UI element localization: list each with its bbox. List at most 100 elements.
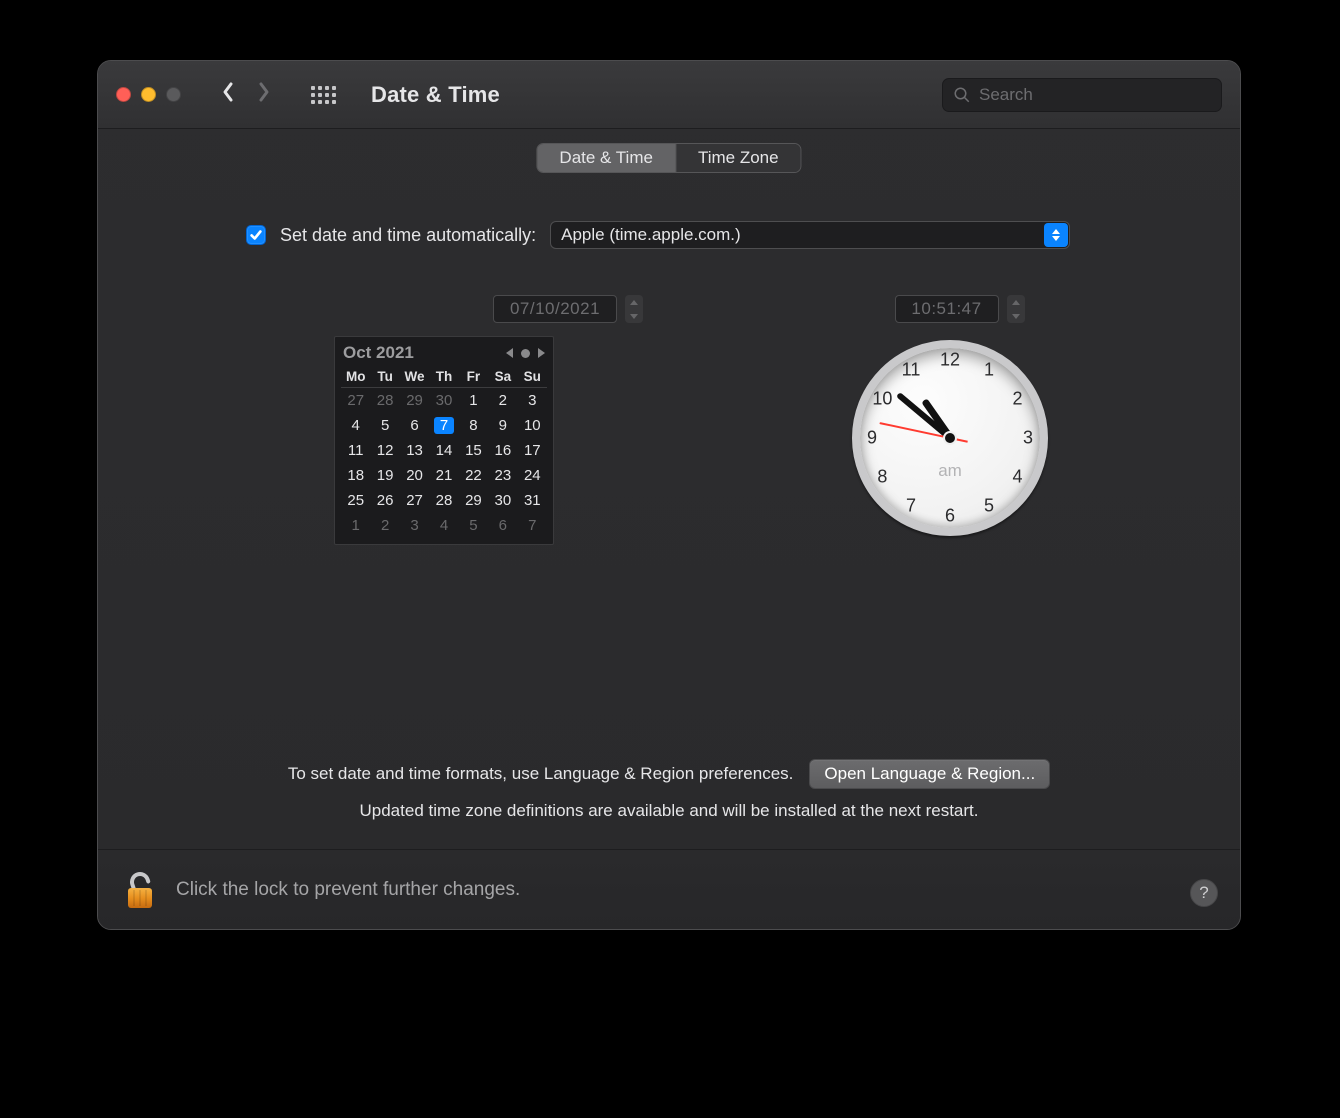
button-label: Open Language & Region... [824,764,1035,784]
window-controls [116,87,181,102]
date-column: 07/10/2021 Oct 2021 MoTuWeThFrSaSu272829… [334,294,644,545]
calendar-day[interactable]: 9 [488,413,517,438]
tz-update-text: Updated time zone definitions are availa… [360,801,979,821]
content-area: Date & Time Time Zone Set date and time … [98,129,1240,849]
calendar-day[interactable]: 26 [370,488,399,513]
calendar-day[interactable]: 4 [429,513,458,538]
calendar-day[interactable]: 11 [341,438,370,463]
tab-date-time[interactable]: Date & Time [537,144,676,172]
close-window-button[interactable] [116,87,131,102]
calendar-day[interactable]: 4 [341,413,370,438]
calendar-day[interactable]: 6 [488,513,517,538]
clock-number: 3 [1023,428,1033,449]
calendar-day[interactable]: 25 [341,488,370,513]
calendar-prev-icon[interactable] [506,348,513,358]
calendar-day[interactable]: 2 [370,513,399,538]
calendar-day[interactable]: 29 [400,388,429,413]
time-stepper[interactable] [1006,294,1026,324]
calendar-day[interactable]: 20 [400,463,429,488]
calendar-day[interactable]: 27 [400,488,429,513]
show-all-icon[interactable] [311,83,335,107]
calendar[interactable]: Oct 2021 MoTuWeThFrSaSu27282930123456789… [334,336,554,545]
calendar-day[interactable]: 28 [429,488,458,513]
calendar-day[interactable]: 31 [518,488,547,513]
calendar-day[interactable]: 23 [488,463,517,488]
tab-time-zone[interactable]: Time Zone [676,144,801,172]
minimize-window-button[interactable] [141,87,156,102]
stepper-down-icon [625,309,643,323]
open-language-region-button[interactable]: Open Language & Region... [809,759,1050,789]
clock-number: 9 [867,428,877,449]
calendar-day[interactable]: 12 [370,438,399,463]
auto-set-label: Set date and time automatically: [280,225,536,246]
clock-number: 5 [984,495,994,516]
calendar-dow: Su [518,367,547,388]
calendar-day[interactable]: 17 [518,438,547,463]
calendar-day[interactable]: 18 [341,463,370,488]
time-server-value: Apple (time.apple.com.) [561,225,741,245]
calendar-day[interactable]: 22 [459,463,488,488]
calendar-next-icon[interactable] [538,348,545,358]
calendar-day[interactable]: 24 [518,463,547,488]
calendar-dow: We [400,367,429,388]
calendar-dow: Th [429,367,458,388]
clock-number: 10 [872,389,892,410]
tab-label: Date & Time [559,148,653,168]
date-field-group: 07/10/2021 [349,294,644,324]
clock-number: 1 [984,360,994,381]
calendar-day[interactable]: 13 [400,438,429,463]
calendar-day[interactable]: 8 [459,413,488,438]
stepper-up-icon [625,295,643,309]
calendar-today-icon[interactable] [521,349,530,358]
calendar-dow: Mo [341,367,370,388]
calendar-day[interactable]: 19 [370,463,399,488]
calendar-day[interactable]: 7 [518,513,547,538]
lock-icon[interactable] [122,868,158,912]
calendar-day[interactable]: 10 [518,413,547,438]
clock-ampm: am [938,461,962,481]
calendar-day[interactable]: 30 [429,388,458,413]
calendar-day[interactable]: 27 [341,388,370,413]
lock-text: Click the lock to prevent further change… [176,879,520,901]
calendar-title: Oct 2021 [343,343,414,363]
calendar-day[interactable]: 16 [488,438,517,463]
calendar-day[interactable]: 7 [429,413,458,438]
back-button[interactable] [219,80,237,109]
titlebar: Date & Time Search [98,61,1240,129]
calendar-grid: MoTuWeThFrSaSu27282930123456789101112131… [341,367,547,538]
calendar-day[interactable]: 3 [400,513,429,538]
calendar-day[interactable]: 1 [341,513,370,538]
clock-wrap: am 121234567891011 [852,340,1048,536]
date-input[interactable]: 07/10/2021 [493,295,617,323]
calendar-day[interactable]: 14 [429,438,458,463]
calendar-day[interactable]: 5 [370,413,399,438]
calendar-day[interactable]: 29 [459,488,488,513]
calendar-day[interactable]: 1 [459,388,488,413]
calendar-day[interactable]: 28 [370,388,399,413]
help-button[interactable]: ? [1190,879,1218,907]
time-field-group: 10:51:47 [895,294,1026,324]
search-field[interactable]: Search [942,78,1222,112]
calendar-day[interactable]: 30 [488,488,517,513]
stepper-down-icon [1007,309,1025,323]
calendar-day[interactable]: 6 [400,413,429,438]
auto-set-checkbox[interactable] [246,225,266,245]
calendar-dow: Sa [488,367,517,388]
clock-number: 8 [877,467,887,488]
calendar-day[interactable]: 15 [459,438,488,463]
footer-row-format: To set date and time formats, use Langua… [288,759,1050,789]
window-title: Date & Time [371,82,500,108]
forward-button [255,80,273,109]
calendar-day[interactable]: 21 [429,463,458,488]
lock-bar: Click the lock to prevent further change… [98,849,1240,929]
clock-number: 7 [906,495,916,516]
calendar-day[interactable]: 5 [459,513,488,538]
clock-number: 2 [1013,389,1023,410]
clock-number: 12 [940,350,960,371]
calendar-dow: Fr [459,367,488,388]
date-stepper[interactable] [624,294,644,324]
calendar-day[interactable]: 3 [518,388,547,413]
calendar-day[interactable]: 2 [488,388,517,413]
time-server-combobox[interactable]: Apple (time.apple.com.) [550,221,1070,249]
time-input[interactable]: 10:51:47 [895,295,999,323]
